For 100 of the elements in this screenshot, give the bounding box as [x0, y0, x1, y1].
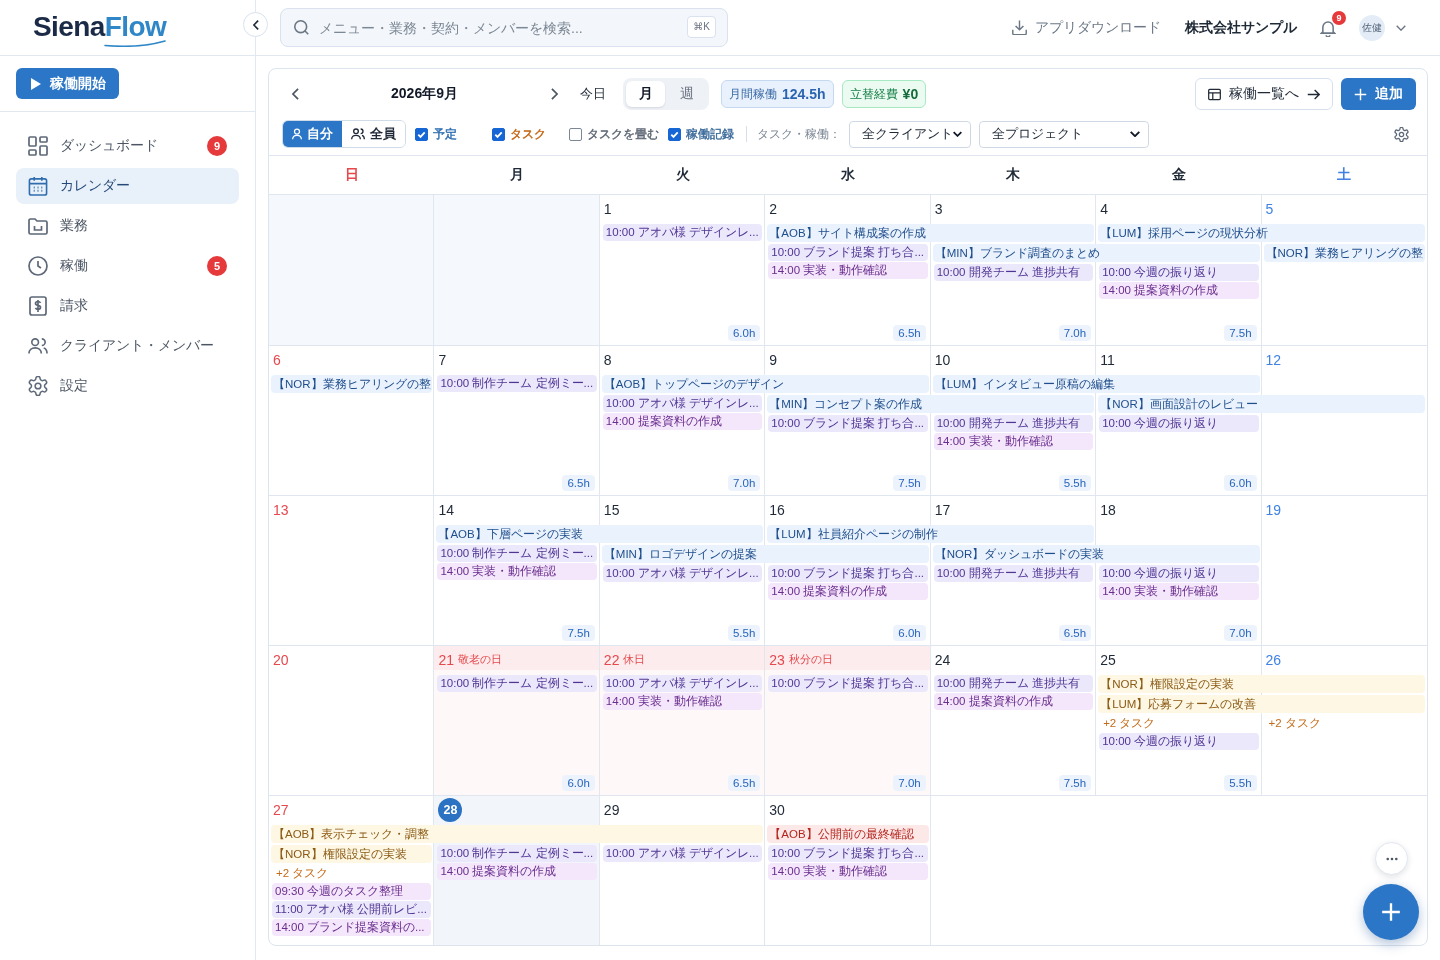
- task-bar[interactable]: 【AOB】サイト構成案の作成: [767, 224, 1095, 242]
- nav-item[interactable]: 業務: [16, 208, 239, 244]
- nav-item[interactable]: クライアント・メンバー: [16, 328, 239, 364]
- start-work-button[interactable]: 稼働開始: [16, 68, 119, 99]
- filter-dropdown[interactable]: 全プロジェクト: [979, 120, 1149, 148]
- event-item[interactable]: 10:00 アオバ様 デザインレ...: [602, 395, 763, 412]
- event-item[interactable]: 14:00 実装・動作確認: [933, 433, 1094, 450]
- filter-label[interactable]: タスク: [510, 125, 546, 143]
- checkbox[interactable]: [668, 127, 681, 141]
- filter-dropdown[interactable]: 全クライアント: [849, 120, 971, 148]
- event-item[interactable]: 10:00 制作チーム 定例ミー...: [437, 845, 597, 862]
- view-tab[interactable]: 週: [667, 81, 706, 107]
- event-item[interactable]: 11:00 アオバ様 公開前レビ...: [272, 901, 432, 918]
- stat-value: 124.5h: [782, 86, 826, 102]
- event-item[interactable]: 10:00 今週の振り返り: [1099, 565, 1259, 582]
- nav-item[interactable]: 請求: [16, 288, 239, 324]
- event-item[interactable]: 10:00 今週の振り返り: [1099, 415, 1259, 432]
- event-item[interactable]: 14:00 提案資料の作成: [768, 583, 928, 600]
- floating-add-button[interactable]: [1363, 884, 1419, 940]
- event-item[interactable]: 09:30 今週のタスク整理: [272, 883, 432, 900]
- event-item[interactable]: 14:00 実装・動作確認: [768, 863, 928, 880]
- task-bar[interactable]: 【AOB】公開前の最終確認: [767, 825, 929, 843]
- task-bar[interactable]: 【NOR】権限設定の実装: [1098, 675, 1425, 693]
- event-item[interactable]: 10:00 ブランド提案 打ち合...: [768, 244, 928, 261]
- event-item[interactable]: 14:00 実装・動作確認: [437, 563, 597, 580]
- event-item[interactable]: 10:00 ブランド提案 打ち合...: [768, 565, 928, 582]
- event-item[interactable]: 14:00 提案資料の作成: [1099, 282, 1259, 299]
- filter-label[interactable]: タスクを畳む: [587, 125, 659, 143]
- date-number: 29: [603, 801, 620, 819]
- event-item[interactable]: 10:00 制作チーム 定例ミー...: [437, 675, 597, 692]
- event-item[interactable]: 14:00 実装・動作確認: [768, 262, 928, 279]
- task-bar[interactable]: 【LUM】応募フォームの改善: [1098, 695, 1425, 713]
- filter-label[interactable]: 予定: [433, 125, 457, 143]
- task-bar[interactable]: 【LUM】採用ページの現状分析: [1098, 224, 1425, 242]
- event-item[interactable]: 10:00 アオバ様 デザインレ...: [602, 224, 763, 241]
- more-tasks-link[interactable]: +2 タスク: [1264, 715, 1424, 732]
- event-item[interactable]: 10:00 開発チーム 進捗共有: [933, 565, 1094, 582]
- event-item[interactable]: 10:00 アオバ様 デザインレ...: [602, 845, 763, 862]
- checkbox[interactable]: [569, 127, 582, 141]
- task-bar[interactable]: 【LUM】社員紹介ページの制作: [767, 525, 1095, 543]
- event-item[interactable]: 14:00 実装・動作確認: [602, 693, 763, 710]
- more-tasks-link[interactable]: +2 タスク: [1099, 715, 1259, 732]
- collapse-sidebar-button[interactable]: [243, 12, 268, 37]
- task-bar[interactable]: 【NOR】業務ヒアリングの整: [271, 375, 433, 393]
- task-bar[interactable]: 【MIN】ブランド調査のまとめ: [932, 244, 1260, 262]
- hours-total: 6.5h: [1058, 625, 1092, 641]
- task-bar[interactable]: 【LUM】インタビュー原稿の編集: [932, 375, 1260, 393]
- event-item[interactable]: 10:00 制作チーム 定例ミー...: [437, 545, 597, 562]
- hours-total: 6.0h: [893, 625, 926, 641]
- task-bar[interactable]: 【NOR】業務ヒアリングの整: [1263, 244, 1425, 262]
- date-number: 25: [1100, 651, 1116, 669]
- event-item[interactable]: 10:00 ブランド提案 打ち合...: [768, 675, 928, 692]
- clock-icon: [28, 256, 48, 276]
- weekday-label: 月: [510, 166, 525, 184]
- avatar[interactable]: 佐健: [1359, 14, 1385, 41]
- event-item[interactable]: 14:00 ブランド提案資料の...: [272, 919, 432, 936]
- chevron-down-icon[interactable]: [1396, 24, 1406, 31]
- event-item[interactable]: 10:00 開発チーム 進捗共有: [933, 675, 1094, 692]
- add-button[interactable]: 追加: [1341, 78, 1416, 110]
- nav-item[interactable]: カレンダー: [16, 168, 239, 204]
- date-number: 26: [1265, 651, 1282, 669]
- app-download-link[interactable]: アプリダウンロード: [1012, 18, 1161, 37]
- event-item[interactable]: 10:00 ブランド提案 打ち合...: [768, 415, 928, 432]
- scope-tab[interactable]: 自分: [283, 121, 342, 147]
- task-bar[interactable]: 【NOR】権限設定の実装: [271, 845, 433, 863]
- view-tab[interactable]: 月: [626, 81, 665, 107]
- worklog-list-button[interactable]: 稼働一覧へ: [1195, 78, 1333, 110]
- event-item[interactable]: 10:00 アオバ様 デザインレ...: [602, 675, 763, 692]
- date-number: 28: [438, 798, 463, 822]
- event-item[interactable]: 14:00 提案資料の作成: [437, 863, 597, 880]
- play-icon: [31, 77, 41, 90]
- task-bar[interactable]: 【MIN】ロゴデザインの提案: [601, 545, 929, 563]
- bell-icon[interactable]: [1320, 18, 1336, 37]
- nav-item[interactable]: ダッシュボード 9: [16, 128, 239, 164]
- event-item[interactable]: 10:00 開発チーム 進捗共有: [933, 264, 1094, 281]
- task-bar[interactable]: 【AOB】表示チェック・調整: [271, 825, 764, 843]
- event-item[interactable]: 14:00 提案資料の作成: [602, 413, 763, 430]
- task-bar[interactable]: 【MIN】コンセプト案の作成: [767, 395, 1095, 413]
- event-item[interactable]: 14:00 提案資料の作成: [933, 693, 1094, 710]
- date-number: 21: [438, 651, 454, 669]
- event-item[interactable]: 10:00 開発チーム 進捗共有: [933, 415, 1094, 432]
- event-item[interactable]: 10:00 制作チーム 定例ミー...: [437, 375, 597, 392]
- task-bar[interactable]: 【NOR】画面設計のレビュー: [1098, 395, 1425, 413]
- event-item[interactable]: 10:00 ブランド提案 打ち合...: [768, 845, 928, 862]
- task-bar[interactable]: 【AOB】トップページのデザイン: [601, 375, 929, 393]
- today-button[interactable]: 今日: [578, 80, 608, 108]
- nav-item[interactable]: 設定: [16, 368, 239, 404]
- more-tasks-link[interactable]: +2 タスク: [272, 865, 432, 882]
- company-name: 株式会社サンプル: [1185, 18, 1297, 37]
- task-bar[interactable]: 【AOB】下層ページの実装: [436, 525, 764, 543]
- event-item[interactable]: 14:00 実装・動作確認: [1099, 583, 1259, 600]
- task-bar[interactable]: 【NOR】ダッシュボードの実装: [932, 545, 1260, 563]
- checkbox[interactable]: [415, 127, 428, 141]
- checkbox[interactable]: [492, 127, 505, 141]
- nav-item[interactable]: 稼働 5: [16, 248, 239, 284]
- event-item[interactable]: 10:00 今週の振り返り: [1099, 733, 1259, 750]
- event-item[interactable]: 10:00 アオバ様 デザインレ...: [602, 565, 763, 582]
- event-item[interactable]: 10:00 今週の振り返り: [1099, 264, 1259, 281]
- logo: SienaFlow: [33, 12, 167, 47]
- filter-label[interactable]: 稼働記録: [686, 125, 734, 143]
